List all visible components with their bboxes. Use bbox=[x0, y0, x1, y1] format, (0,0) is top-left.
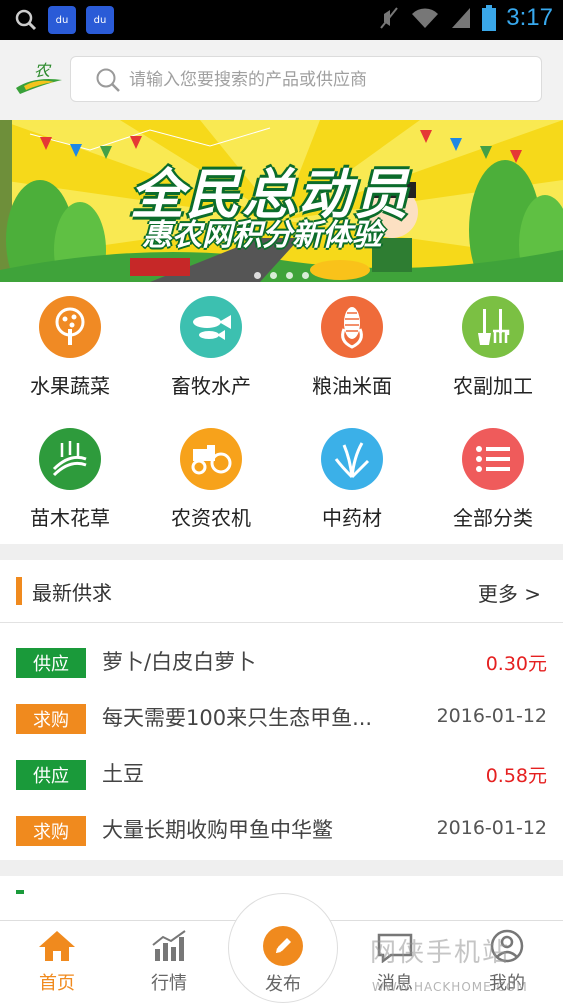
nav-label: 发布 bbox=[265, 974, 301, 995]
app-logo[interactable]: 农 bbox=[14, 58, 64, 98]
category-label: 水果蔬菜 bbox=[30, 374, 110, 398]
mute-icon bbox=[380, 7, 399, 29]
list-item[interactable]: 求购 每天需要100来只生态甲鱼... 2016-01-12 bbox=[0, 690, 563, 746]
nav-label: 行情 bbox=[151, 973, 187, 994]
category-label: 畜牧水产 bbox=[171, 374, 251, 398]
corn-icon bbox=[321, 296, 383, 358]
category-herbal-medicine[interactable]: 中药材 bbox=[282, 414, 422, 544]
category-label: 农副加工 bbox=[453, 374, 533, 398]
carousel-dot[interactable] bbox=[254, 272, 261, 279]
tools-icon bbox=[462, 296, 524, 358]
category-agri-processing[interactable]: 农副加工 bbox=[423, 282, 563, 412]
list-item[interactable]: 求购 大量长期收购甲鱼中华鳖 2016-01-12 bbox=[0, 802, 563, 858]
category-agri-machinery[interactable]: 农资农机 bbox=[141, 414, 281, 544]
category-label: 苗木花草 bbox=[30, 506, 110, 530]
category-label: 农资农机 bbox=[171, 506, 251, 530]
wifi-icon bbox=[412, 8, 439, 28]
battery-icon bbox=[482, 5, 497, 31]
watermark-url: WWW.HACKHOME.COM bbox=[372, 980, 528, 994]
baidu-app-icon: du bbox=[48, 6, 76, 34]
nav-home[interactable]: 首页 bbox=[12, 929, 102, 995]
section-header: 最新供求 更多 > bbox=[0, 560, 563, 623]
category-grid: 水果蔬菜 畜牧水产 粮油米面 农副加工 苗木花草 农资农机 中药材 全部分类 bbox=[0, 282, 563, 544]
banner-subtitle: 惠农网积分新体验 bbox=[142, 218, 382, 253]
nav-market[interactable]: 行情 bbox=[124, 929, 214, 995]
tractor-icon bbox=[180, 428, 242, 490]
search-bar[interactable] bbox=[70, 56, 542, 103]
category-grain-oil[interactable]: 粮油米面 bbox=[282, 282, 422, 412]
category-all[interactable]: 全部分类 bbox=[423, 414, 563, 544]
latest-supply-demand: 最新供求 更多 > 供应 萝卜/白皮白萝卜 0.30元 求购 每天需要100来只… bbox=[0, 560, 563, 860]
item-name: 土豆 bbox=[102, 762, 144, 786]
carousel-dots[interactable] bbox=[254, 272, 309, 279]
section-title: 最新供求 bbox=[32, 581, 112, 605]
item-date: 2016-01-12 bbox=[436, 817, 547, 839]
carousel-dot[interactable] bbox=[302, 272, 309, 279]
item-name: 大量长期收购甲鱼中华鳖 bbox=[102, 818, 333, 842]
more-link[interactable]: 更多 > bbox=[478, 578, 541, 607]
nav-label: 首页 bbox=[39, 973, 75, 994]
chart-icon bbox=[152, 930, 186, 961]
category-livestock-aquatic[interactable]: 畜牧水产 bbox=[141, 282, 281, 412]
item-price: 0.58元 bbox=[485, 765, 547, 787]
item-name: 萝卜/白皮白萝卜 bbox=[102, 650, 257, 674]
home-icon bbox=[39, 931, 75, 961]
nav-publish[interactable]: 发布 bbox=[228, 893, 338, 1003]
section-accent-bar bbox=[16, 577, 22, 605]
item-price: 0.30元 bbox=[485, 653, 547, 675]
category-seedlings-flowers[interactable]: 苗木花草 bbox=[0, 414, 140, 544]
carousel-dot[interactable] bbox=[286, 272, 293, 279]
pencil-icon bbox=[263, 926, 303, 966]
item-date: 2016-01-12 bbox=[436, 705, 547, 727]
field-icon bbox=[39, 428, 101, 490]
fruit-tree-icon bbox=[39, 296, 101, 358]
category-fruits-vegetables[interactable]: 水果蔬菜 bbox=[0, 282, 140, 412]
search-icon bbox=[14, 8, 38, 32]
baidu-app-icon-2: du bbox=[86, 6, 114, 34]
category-label: 全部分类 bbox=[453, 506, 533, 530]
status-bar: du du 3:17 bbox=[0, 0, 563, 40]
carousel-dot[interactable] bbox=[270, 272, 277, 279]
promo-banner[interactable]: 全民总动员 惠农网积分新体验 bbox=[0, 120, 563, 282]
watermark-text: 网侠手机站 bbox=[370, 938, 511, 968]
category-label: 粮油米面 bbox=[312, 374, 392, 398]
supply-tag: 供应 bbox=[16, 648, 86, 678]
purchase-tag: 求购 bbox=[16, 816, 86, 846]
category-label: 中药材 bbox=[322, 506, 382, 530]
section-accent-bar bbox=[16, 890, 24, 894]
purchase-tag: 求购 bbox=[16, 704, 86, 734]
list-icon bbox=[462, 428, 524, 490]
list-item[interactable]: 供应 土豆 0.58元 bbox=[0, 746, 563, 802]
item-name: 每天需要100来只生态甲鱼... bbox=[102, 706, 373, 730]
header: 农 bbox=[0, 40, 563, 120]
svg-text:农: 农 bbox=[34, 61, 52, 80]
signal-icon bbox=[452, 8, 471, 28]
search-input[interactable] bbox=[127, 57, 531, 103]
fish-icon bbox=[180, 296, 242, 358]
search-icon bbox=[96, 68, 120, 92]
herb-icon bbox=[321, 428, 383, 490]
list-item[interactable]: 供应 萝卜/白皮白萝卜 0.30元 bbox=[0, 634, 563, 690]
clock: 3:17 bbox=[506, 4, 553, 31]
supply-tag: 供应 bbox=[16, 760, 86, 790]
